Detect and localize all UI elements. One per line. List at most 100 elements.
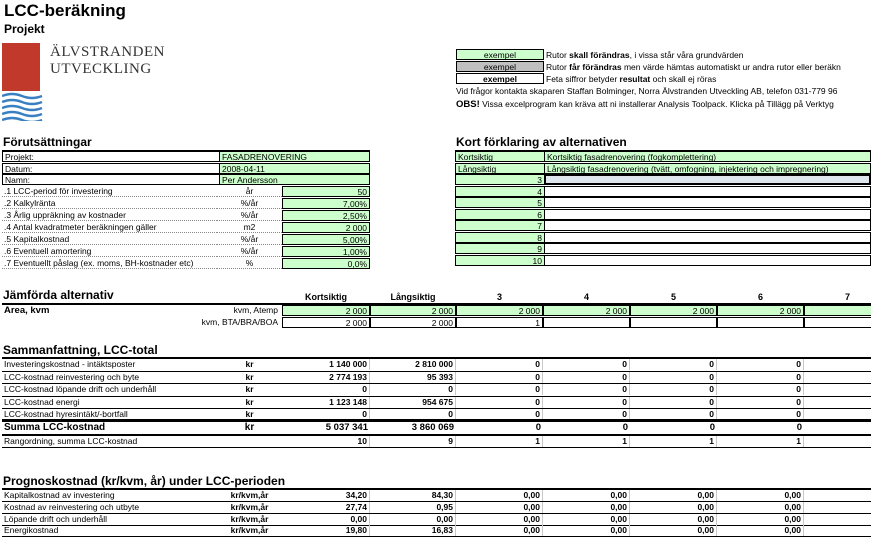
prognos-value: 27,74 bbox=[282, 501, 370, 513]
summary-value: 0 bbox=[717, 396, 804, 408]
param-unit: m2 bbox=[217, 222, 282, 233]
info-value-field[interactable]: FASADRENOVERING bbox=[219, 151, 370, 162]
prognos-value: 0,95 bbox=[370, 501, 456, 513]
summary-value: 1 123 148 bbox=[282, 396, 370, 408]
param-label: .1 LCC-period för investering bbox=[2, 186, 217, 197]
alt-description-field[interactable]: Långsiktig fasadrenovering (tvätt, omfog… bbox=[544, 162, 871, 174]
summary-value: 0 bbox=[543, 359, 630, 370]
summary-value: 0 bbox=[630, 371, 717, 383]
alt-description-field[interactable] bbox=[544, 254, 871, 266]
rank-label: Rangordning, summa LCC-kostnad bbox=[4, 436, 138, 446]
sum-value: 0 bbox=[709, 422, 715, 433]
summary-row-label: LCC-kostnad energi bbox=[4, 396, 80, 407]
area-value-field[interactable]: 2 000 bbox=[456, 305, 543, 316]
alt-label-field[interactable]: Kortsiktig bbox=[455, 151, 545, 162]
column-header: Långsiktig bbox=[390, 292, 436, 302]
summary-value: 0 bbox=[630, 359, 717, 370]
param-value-field[interactable]: 2,50% bbox=[282, 210, 370, 221]
column-header: 5 bbox=[670, 292, 676, 302]
prognos-value: 0,00 bbox=[456, 525, 543, 537]
legend-sample-grey: exempel bbox=[456, 61, 544, 72]
bta-unit: kvm, BTA/BRA/BOA bbox=[201, 317, 278, 327]
contact-text: Vid frågor kontakta skaparen Staffan Bol… bbox=[456, 86, 838, 96]
sum-value: 5 037 341 bbox=[325, 422, 368, 433]
sum-label: Summa LCC-kostnad bbox=[4, 422, 106, 433]
prognos-value: 0,00 bbox=[543, 525, 630, 537]
prognos-value: 0,00 bbox=[543, 513, 630, 525]
param-value-field[interactable]: 5,00% bbox=[282, 234, 370, 245]
divider bbox=[2, 447, 871, 448]
prognos-value: 0,00 bbox=[456, 490, 543, 501]
prognos-value: 0,00 bbox=[630, 501, 717, 513]
prognos-value: 34,20 bbox=[282, 490, 370, 501]
rank-value: 1 bbox=[456, 436, 543, 447]
param-unit: %/år bbox=[217, 234, 282, 245]
info-label: Datum: bbox=[2, 162, 220, 174]
prognos-value: 0,00 bbox=[370, 513, 456, 525]
param-unit: %/år bbox=[217, 210, 282, 221]
prognos-row-label: Kostnad av reinvestering och utbyte bbox=[4, 501, 140, 512]
param-label: .3 Årlig uppräkning av kostnader bbox=[2, 210, 217, 221]
alt-description-field[interactable] bbox=[544, 185, 871, 197]
summary-value: 2 774 193 bbox=[282, 371, 370, 383]
rank-value: 1 bbox=[717, 436, 804, 447]
rank-value: 1 bbox=[630, 436, 717, 447]
area-label: Area, kvm bbox=[4, 305, 50, 316]
param-label: .5 Kapitalkostnad bbox=[2, 234, 217, 245]
area-value-field[interactable]: 2 000 bbox=[370, 305, 456, 316]
column-header: 3 bbox=[496, 292, 502, 302]
summary-row-label: LCC-kostnad reinvestering och byte bbox=[4, 371, 140, 382]
alt-description-field[interactable] bbox=[544, 243, 871, 254]
alt-description-field[interactable] bbox=[544, 220, 871, 231]
rank-value: 9 bbox=[370, 436, 456, 447]
summary-value: 0 bbox=[282, 384, 370, 395]
prognos-row-unit: kr/kvm,år bbox=[230, 501, 269, 512]
alt-label-field[interactable]: Långsiktig bbox=[455, 162, 545, 174]
bta-value-field[interactable]: 2 000 bbox=[282, 317, 370, 328]
bta-value-field[interactable]: 2 000 bbox=[370, 317, 456, 328]
area-value-field[interactable]: 2 000 bbox=[717, 305, 804, 316]
bta-value-field[interactable] bbox=[717, 317, 804, 328]
column-header: 7 bbox=[844, 292, 850, 302]
info-label: Namn: bbox=[2, 174, 220, 185]
summary-row-label: Investeringskostnad - intäktsposter bbox=[4, 359, 136, 369]
summary-value: 95 393 bbox=[370, 371, 456, 383]
bta-value-field[interactable] bbox=[543, 317, 630, 328]
param-value-field[interactable]: 0,0% bbox=[282, 258, 370, 269]
alt-description-field[interactable]: Kortsiktig fasadrenovering (fogkomplette… bbox=[544, 151, 871, 162]
alt-number: 9 bbox=[455, 243, 545, 254]
info-label: Projekt: bbox=[2, 151, 220, 162]
bta-value-field[interactable] bbox=[630, 317, 717, 328]
prognos-row-label: Löpande drift och underhåll bbox=[4, 513, 108, 524]
selected-cell[interactable] bbox=[544, 174, 871, 185]
alt-description-field[interactable] bbox=[544, 231, 871, 243]
area-value-field[interactable]: 2 000 bbox=[543, 305, 630, 316]
rank-value: 10 bbox=[282, 436, 370, 447]
area-unit: kvm, Atemp bbox=[233, 305, 278, 315]
alt-number: 5 bbox=[455, 197, 545, 208]
area-value-field[interactable]: 2 000 bbox=[630, 305, 717, 316]
prognos-value: 0,00 bbox=[717, 501, 804, 513]
sum-value: 3 860 069 bbox=[411, 422, 454, 433]
summary-row-label: LCC-kostnad löpande drift och underhåll bbox=[4, 384, 157, 394]
param-value-field[interactable]: 1,00% bbox=[282, 246, 370, 257]
alt-description-field[interactable] bbox=[544, 208, 871, 220]
summary-value: 2 810 000 bbox=[370, 359, 456, 370]
param-value-field[interactable]: 7,00% bbox=[282, 198, 370, 209]
alt-description-field[interactable] bbox=[544, 197, 871, 208]
summary-value: 0 bbox=[456, 396, 543, 408]
prognos-heading: Prognoskostnad (kr/kvm, år) under LCC-pe… bbox=[3, 474, 286, 488]
prognos-row-label: Energikostnad bbox=[4, 525, 59, 536]
param-unit: %/år bbox=[217, 246, 282, 257]
param-value-field[interactable]: 2 000 bbox=[282, 222, 370, 233]
info-value-field[interactable]: 2008-04-11 bbox=[219, 162, 370, 174]
sum-unit: kr bbox=[244, 422, 255, 433]
info-value-field[interactable]: Per Andersson bbox=[219, 174, 370, 185]
param-value-field[interactable]: 50 bbox=[282, 186, 370, 197]
area-value-field[interactable]: 2 000 bbox=[282, 305, 370, 316]
prognos-value: 0,00 bbox=[456, 501, 543, 513]
prognos-row-unit: kr/kvm,år bbox=[230, 490, 269, 500]
bta-value-field[interactable] bbox=[804, 317, 871, 328]
area-value-field[interactable]: 2 bbox=[804, 305, 871, 316]
bta-value-field[interactable]: 1 bbox=[456, 317, 543, 328]
